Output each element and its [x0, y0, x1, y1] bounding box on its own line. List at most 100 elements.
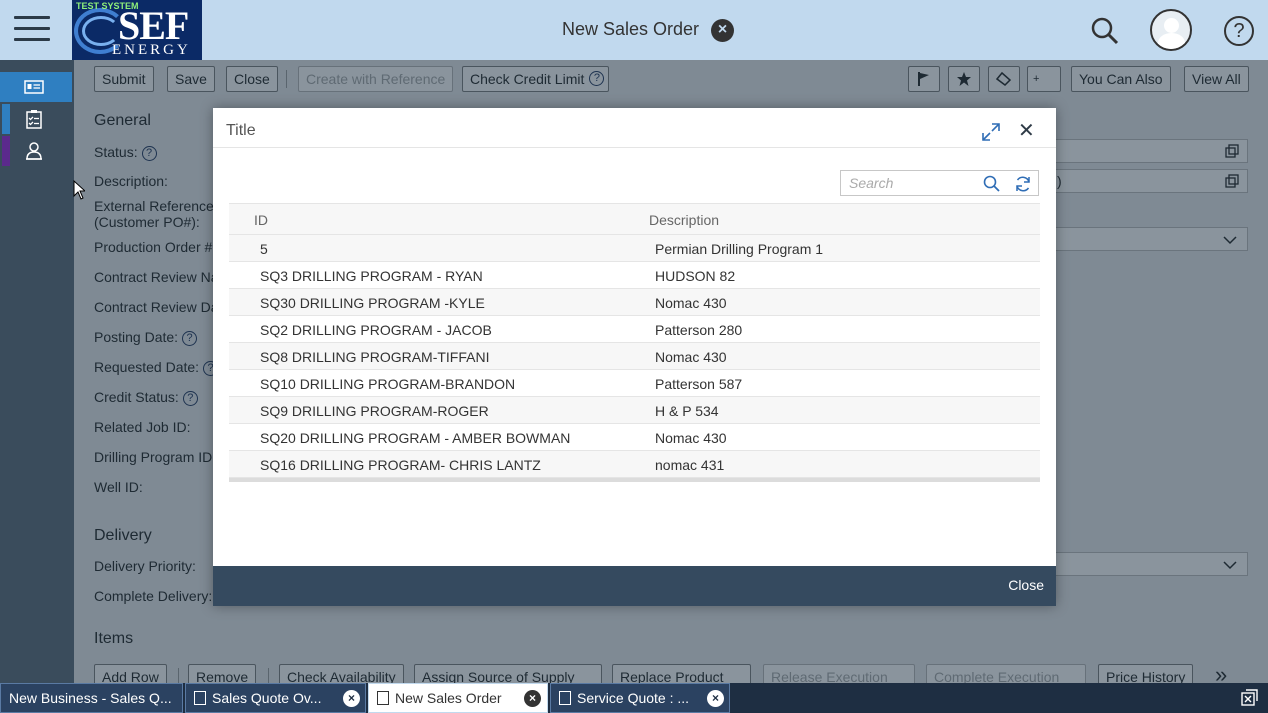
you-can-also-button[interactable]: You Can Also [1071, 66, 1171, 92]
section-items: Items [94, 630, 134, 647]
tab-new-sales-order[interactable]: New Sales Order × [368, 683, 548, 713]
table-row[interactable]: SQ30 DRILLING PROGRAM -KYLE Nomac 430 [229, 289, 1040, 316]
cell-description: Nomac 430 [655, 295, 727, 311]
favorite-button[interactable] [948, 66, 980, 92]
cell-id: 5 [260, 241, 268, 257]
cell-description: Patterson 280 [655, 322, 743, 338]
external-reference-label: External Reference [94, 198, 214, 214]
column-header-description[interactable]: Description [649, 212, 719, 228]
close-tab-icon[interactable]: × [524, 690, 541, 707]
close-tab-icon[interactable]: × [343, 690, 360, 707]
section-general: General [94, 112, 151, 129]
close-button[interactable]: Close [226, 66, 278, 92]
cell-id: SQ9 DRILLING PROGRAM-ROGER [260, 403, 489, 419]
table-row[interactable]: SQ20 DRILLING PROGRAM - AMBER BOWMAN Nom… [229, 424, 1040, 451]
checklist-icon [26, 110, 42, 129]
eraser-icon [995, 71, 1012, 86]
add-tile-button[interactable]: + [1027, 66, 1061, 92]
logo-energy: ENERGY [112, 42, 191, 58]
cell-description: Nomac 430 [655, 430, 727, 446]
table-header: ID Description [229, 203, 1040, 235]
close-icon[interactable]: ✕ [1018, 121, 1035, 141]
requested-date-label: Requested Date:? [94, 359, 219, 376]
view-all-button[interactable]: View All [1184, 66, 1249, 92]
close-tab-icon[interactable]: × [707, 690, 724, 707]
check-credit-limit-label: Check Credit Limit [470, 71, 585, 87]
table-row[interactable]: SQ2 DRILLING PROGRAM - JACOB Patterson 2… [229, 316, 1040, 343]
id-card-icon [24, 80, 44, 94]
help-circle-icon[interactable]: ? [182, 331, 198, 346]
save-button[interactable]: Save [167, 66, 215, 92]
table-row[interactable]: SQ9 DRILLING PROGRAM-ROGER H & P 534 [229, 397, 1040, 424]
eraser-button[interactable] [988, 66, 1020, 92]
table-row[interactable]: SQ16 DRILLING PROGRAM- CHRIS LANTZ nomac… [229, 451, 1040, 478]
tab-service-quote[interactable]: Service Quote : ... × [550, 683, 730, 713]
posting-date-label-text: Posting Date: [94, 329, 179, 345]
contract-review-date-label: Contract Review Da [94, 299, 219, 315]
dropdown-field[interactable] [1054, 552, 1248, 576]
check-credit-limit-button[interactable]: Check Credit Limit ? [462, 66, 610, 92]
create-with-reference-button[interactable]: Create with Reference [298, 66, 454, 92]
dialog-footer: Close [213, 566, 1056, 606]
requested-date-label-text: Requested Date: [94, 359, 200, 375]
search-input[interactable] [842, 172, 977, 194]
value-help-field[interactable]: ) [1054, 169, 1248, 193]
user-avatar[interactable] [1150, 9, 1192, 51]
value-help-icon [1225, 144, 1239, 158]
shell-header: TEST SYSTEM SEF ENERGY New Sales Order ×… [0, 0, 1268, 60]
column-header-id[interactable]: ID [254, 212, 268, 228]
customer-po-label: (Customer PO#): [94, 214, 200, 230]
tab-label: New Sales Order [395, 690, 502, 706]
help-circle-icon: ? [589, 71, 605, 86]
document-icon [559, 691, 571, 705]
help-circle-icon[interactable]: ? [182, 391, 198, 406]
tab-sales-quote-overview[interactable]: Sales Quote Ov... × [185, 683, 366, 713]
description-label: Description: [94, 173, 168, 189]
dialog-close-button[interactable]: Close [1008, 577, 1044, 593]
tab-new-business[interactable]: New Business - Sales Q... [0, 683, 183, 713]
help-icon[interactable]: ? [1224, 16, 1254, 46]
contract-review-name-label: Contract Review Na [94, 269, 219, 285]
related-job-id-label: Related Job ID: [94, 419, 191, 435]
search-icon[interactable] [1090, 16, 1120, 46]
expand-icon[interactable] [981, 122, 1001, 142]
value-help-field[interactable] [1054, 139, 1248, 163]
menu-icon[interactable] [14, 16, 50, 44]
table-row[interactable]: 5 Permian Drilling Program 1 [229, 235, 1040, 262]
cell-description: nomac 431 [655, 457, 725, 473]
chevron-down-icon [1223, 236, 1237, 245]
production-order-label: Production Order # [94, 239, 213, 255]
nav-item-checklist[interactable] [0, 104, 72, 134]
help-circle-icon[interactable]: ? [141, 146, 157, 161]
person-icon [26, 142, 42, 160]
dialog-title: Title [226, 122, 256, 139]
close-all-windows-icon[interactable] [1241, 689, 1258, 706]
document-icon [194, 691, 206, 705]
page-title: New Sales Order [562, 19, 700, 39]
tab-label: New Business - Sales Q... [9, 690, 172, 706]
mouse-cursor-icon [73, 180, 85, 200]
cell-description: HUDSON 82 [655, 268, 736, 284]
status-label: Status:? [94, 144, 157, 161]
refresh-icon[interactable] [1013, 174, 1033, 194]
left-navigation [0, 60, 74, 683]
table-row[interactable]: SQ3 DRILLING PROGRAM - RYAN HUDSON 82 [229, 262, 1040, 289]
table-footer-divider [229, 478, 1040, 482]
search-icon[interactable] [982, 174, 1002, 194]
cell-description: Permian Drilling Program 1 [655, 241, 824, 257]
close-tab-icon[interactable]: × [711, 19, 734, 42]
chevron-down-icon [1223, 561, 1237, 570]
submit-button[interactable]: Submit [94, 66, 154, 92]
well-id-label: Well ID: [94, 479, 143, 495]
dropdown-field[interactable] [1054, 227, 1248, 251]
company-logo[interactable]: TEST SYSTEM SEF ENERGY [72, 0, 202, 60]
results-table: ID Description 5 Permian Drilling Progra… [229, 203, 1040, 482]
nav-item-general[interactable] [0, 72, 72, 102]
table-row[interactable]: SQ8 DRILLING PROGRAM-TIFFANI Nomac 430 [229, 343, 1040, 370]
section-delivery: Delivery [94, 527, 152, 544]
table-row[interactable]: SQ10 DRILLING PROGRAM-BRANDON Patterson … [229, 370, 1040, 397]
nav-item-contact[interactable] [0, 136, 72, 166]
complete-delivery-label: Complete Delivery: [94, 588, 213, 604]
cell-description: Nomac 430 [655, 349, 727, 365]
flag-button[interactable] [908, 66, 940, 92]
